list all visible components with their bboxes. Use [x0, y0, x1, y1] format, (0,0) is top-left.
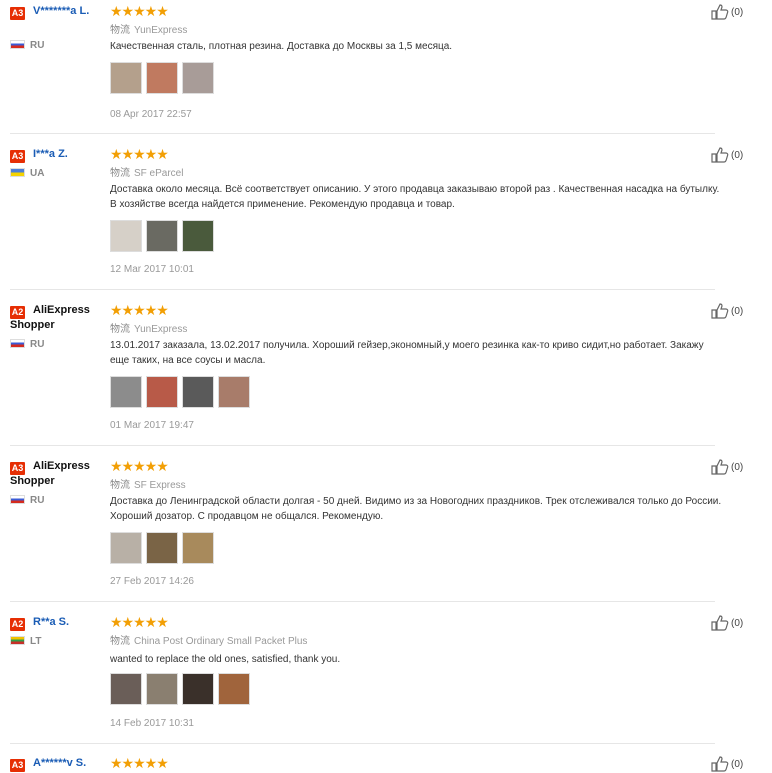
review-photo-thumbnail[interactable] [182, 376, 214, 408]
buyer-name[interactable]: R**a S. [10, 615, 102, 630]
helpful-button[interactable]: (0) [711, 459, 743, 475]
review-photo-thumbnail[interactable] [110, 673, 142, 705]
review-text: 13.01.2017 заказала, 13.02.2017 получила… [110, 340, 704, 366]
shipping-label: 物流 [110, 636, 130, 647]
country-code: LT [30, 636, 42, 647]
thumbs-up-icon [711, 4, 729, 20]
review-photo-thumbnail[interactable] [146, 673, 178, 705]
helpful-button[interactable]: (0) [711, 756, 743, 772]
review-photos [110, 673, 250, 705]
star-rating: ★★★★★ [110, 614, 169, 630]
review-text: Доставка около месяца. Всё соответствует… [110, 184, 720, 210]
star-rating: ★★★★★ [110, 755, 169, 771]
russia-flag-icon [10, 339, 25, 348]
review-photo-thumbnail[interactable] [110, 220, 142, 252]
country-code: RU [30, 495, 45, 506]
helpful-button[interactable]: (0) [711, 4, 743, 20]
helpful-button[interactable]: (0) [711, 147, 743, 163]
shipping-carrier: China Post Ordinary Small Packet Plus [134, 636, 308, 647]
thumbs-up-icon [711, 459, 729, 475]
shipping-method: 物流 SF Express [110, 476, 186, 491]
buyer-country: UA [10, 168, 44, 179]
lithuania-flag-icon [10, 636, 25, 645]
shipping-label: 物流 [110, 25, 130, 36]
helpful-count: (0) [731, 758, 744, 770]
shipping-label: 物流 [110, 480, 130, 491]
review-photo-thumbnail[interactable] [110, 376, 142, 408]
buyer-name[interactable]: I***a Z. [10, 147, 102, 162]
shipping-carrier: SF Express [134, 480, 186, 491]
country-code: RU [30, 40, 45, 51]
country-code: RU [30, 339, 45, 350]
review-photos [110, 532, 214, 564]
buyer-name[interactable]: A******v S. [10, 756, 102, 771]
buyer-country: LT [10, 636, 41, 647]
star-rating: ★★★★★ [110, 3, 169, 19]
shipping-method: 物流 YunExpress [110, 320, 187, 335]
helpful-count: (0) [731, 461, 744, 473]
thumbs-up-icon [711, 147, 729, 163]
review-text: wanted to replace the old ones, satisfie… [110, 654, 341, 665]
review-photo-thumbnail[interactable] [110, 532, 142, 564]
helpful-count: (0) [731, 617, 744, 629]
helpful-button[interactable]: (0) [711, 615, 743, 631]
review-date: 08 Apr 2017 22:57 [110, 109, 192, 120]
buyer-country: RU [10, 40, 44, 51]
divider [10, 445, 715, 446]
helpful-count: (0) [731, 149, 744, 161]
star-rating: ★★★★★ [110, 302, 169, 318]
russia-flag-icon [10, 40, 25, 49]
ukraine-flag-icon [10, 168, 25, 177]
review-date: 12 Mar 2017 10:01 [110, 264, 194, 275]
star-rating: ★★★★★ [110, 458, 169, 474]
divider [10, 601, 715, 602]
buyer-country: RU [10, 339, 44, 350]
shipping-label: 物流 [110, 168, 130, 179]
shipping-method: 物流 SF eParcel [110, 164, 183, 179]
review-photo-thumbnail[interactable] [146, 532, 178, 564]
thumbs-up-icon [711, 756, 729, 772]
country-code: UA [30, 168, 45, 179]
shipping-carrier: YunExpress [134, 25, 188, 36]
russia-flag-icon [10, 495, 25, 504]
divider [10, 133, 715, 134]
review-photos [110, 62, 214, 94]
review-photo-thumbnail[interactable] [110, 62, 142, 94]
review-photos [110, 220, 214, 252]
review-text: Качественная сталь, плотная резина. Дост… [110, 41, 453, 52]
buyer-country: RU [10, 495, 44, 506]
review-date: 27 Feb 2017 14:26 [110, 576, 194, 587]
helpful-count: (0) [731, 6, 744, 18]
review-date: 01 Mar 2017 19:47 [110, 420, 194, 431]
review-text: Доставка до Ленинградской области долгая… [110, 496, 722, 522]
buyer-name[interactable]: V*******a L. [10, 4, 102, 19]
shipping-method: 物流 China Post Ordinary Small Packet Plus [110, 632, 307, 647]
helpful-count: (0) [731, 305, 744, 317]
review-photo-thumbnail[interactable] [146, 376, 178, 408]
shipping-label: 物流 [110, 324, 130, 335]
review-photo-thumbnail[interactable] [218, 673, 250, 705]
star-rating: ★★★★★ [110, 146, 169, 162]
review-photo-thumbnail[interactable] [146, 220, 178, 252]
review-date: 14 Feb 2017 10:31 [110, 718, 194, 729]
review-photo-thumbnail[interactable] [182, 532, 214, 564]
review-photo-thumbnail[interactable] [182, 673, 214, 705]
thumbs-up-icon [711, 615, 729, 631]
shipping-carrier: SF eParcel [134, 168, 184, 179]
shipping-carrier: YunExpress [134, 324, 188, 335]
divider [10, 289, 715, 290]
buyer-name: AliExpress Shopper [10, 304, 90, 331]
review-photo-thumbnail[interactable] [218, 376, 250, 408]
review-photo-thumbnail[interactable] [182, 62, 214, 94]
review-photos [110, 376, 250, 408]
divider [10, 743, 715, 744]
review-photo-thumbnail[interactable] [182, 220, 214, 252]
shipping-method: 物流 YunExpress [110, 21, 187, 36]
helpful-button[interactable]: (0) [711, 303, 743, 319]
buyer-name: AliExpress Shopper [10, 460, 90, 487]
review-photo-thumbnail[interactable] [146, 62, 178, 94]
thumbs-up-icon [711, 303, 729, 319]
